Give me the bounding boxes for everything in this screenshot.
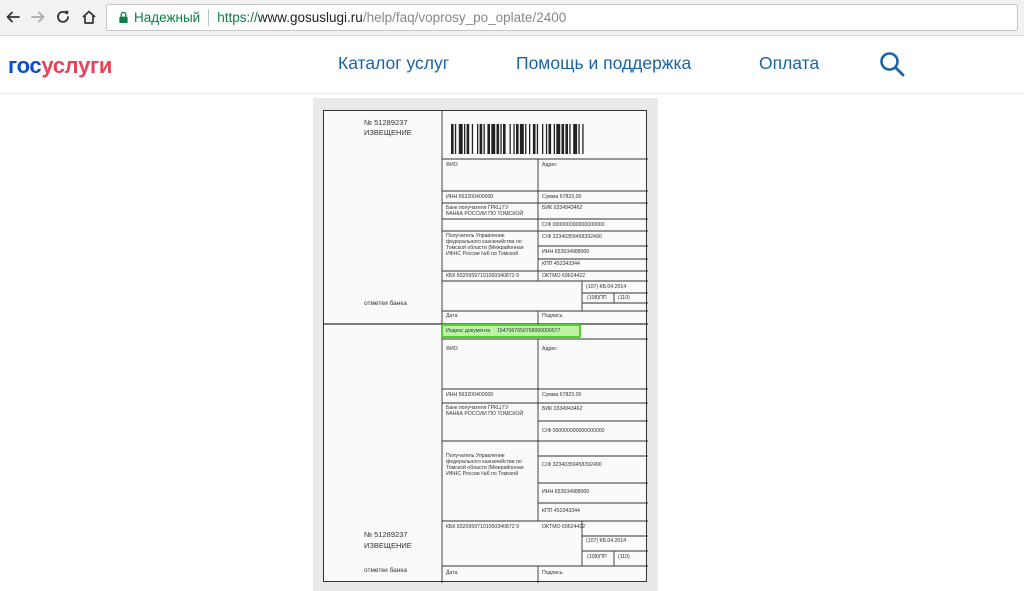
account-2-2: С/Ф 32340359458392490: [542, 462, 602, 468]
nav-catalog-link[interactable]: Каталог услуг: [338, 53, 449, 74]
receipt-title-2: ИЗВЕЩЕНИЕ: [364, 541, 412, 550]
field-110: (110): [618, 295, 630, 301]
omnibox-divider: [208, 9, 210, 26]
receipt-number-2: № 51289237: [364, 530, 408, 539]
account-1-2: С/Ф 000000000000000000: [542, 428, 605, 434]
bank-marks-label: отметки банка: [364, 300, 407, 307]
document-index-label: Индекс документа: [446, 328, 491, 334]
inn-label-2: ИНН 563200400000: [446, 392, 494, 398]
url-path: /help/faq/voprosy_po_oplate/2400: [362, 10, 567, 25]
field-110-2: (110): [618, 554, 630, 560]
forward-arrow-icon[interactable]: [27, 6, 49, 28]
payment-receipt-image: № 51289237 ИЗВЕЩЕНИЕ отметки банка ФИО А…: [313, 98, 658, 591]
field-108-2: (108)ПП: [587, 554, 607, 560]
field-107: (107) КБ.04.2014: [586, 284, 627, 290]
url-scheme: https://: [217, 10, 258, 25]
bank-line-2: БАНКА РОССИИ ПО ТОМСКОЙ: [446, 211, 524, 217]
nav-help-link[interactable]: Помощь и поддержка: [516, 53, 691, 74]
lock-icon: [115, 10, 131, 26]
account-2: С/Ф 32340359458392490: [542, 234, 602, 240]
browser-toolbar: Надежный https:// www.gosuslugi.ru /help…: [0, 0, 1024, 36]
kpp-label: КПП 452343344: [542, 261, 580, 267]
search-icon[interactable]: [878, 50, 906, 78]
oktmo-label: ОКТМО 69624422: [542, 273, 586, 279]
bank-marks-label-2: отметки банка: [364, 567, 407, 574]
recipient-line-4-2: ИФНС России №6 по Томской: [446, 471, 519, 477]
logo-gos: гос: [8, 53, 42, 78]
receipt-title: ИЗВЕЩЕНИЕ: [364, 128, 412, 137]
address-label-2: Адрес: [542, 346, 557, 352]
back-arrow-icon[interactable]: [2, 6, 24, 28]
kbk-label-2: КБК 83209597101000340872 9: [446, 524, 519, 530]
receipt-grid: [324, 111, 648, 583]
nav-payment-link[interactable]: Оплата: [759, 53, 819, 74]
home-icon[interactable]: [78, 6, 100, 28]
address-bar[interactable]: Надежный https:// www.gosuslugi.ru /help…: [106, 4, 1018, 31]
bik-label: БИК 0334943462: [542, 205, 583, 211]
secure-label: Надежный: [134, 10, 201, 25]
fio-label: ФИО: [446, 162, 458, 168]
signature-label-2: Подпись: [542, 570, 563, 576]
fio-label-2: ФИО: [446, 346, 458, 352]
date-label-2: Дата: [446, 570, 458, 576]
recipient-line-4: ИФНС России №6 по Томской: [446, 251, 519, 257]
site-header: госуслуги Каталог услуг Помощь и поддерж…: [0, 36, 1024, 94]
sum-label-2: Сумма 67823,00: [542, 392, 582, 398]
reload-icon[interactable]: [52, 6, 74, 28]
date-label: Дата: [446, 313, 458, 319]
inn-label: ИНН 563200400000: [446, 194, 494, 200]
bank-line-2-2: БАНКА РОССИИ ПО ТОМСКОЙ: [446, 411, 524, 417]
address-label: Адрес: [542, 162, 557, 168]
sum-label: Сумма 67823,00: [542, 194, 582, 200]
field-108: (108)ПП: [587, 295, 607, 301]
recipient-inn-2: ИНН 653634988000: [542, 489, 590, 495]
account-1: С/Ф 000000000000000000: [542, 222, 605, 228]
receipt-number: № 51289237: [364, 118, 408, 127]
signature-label: Подпись: [542, 313, 563, 319]
url-host: www.gosuslugi.ru: [257, 10, 363, 25]
kpp-label-2: КПП 452343344: [542, 508, 580, 514]
document-index-value: 1547067650768000000577: [497, 328, 561, 334]
logo-uslugi: услуги: [41, 53, 113, 78]
bik-label-2: БИК 0334943462: [542, 406, 583, 412]
oktmo-label-2: ОКТМО 69624422: [542, 524, 586, 530]
payment-receipt: № 51289237 ИЗВЕЩЕНИЕ отметки банка ФИО А…: [323, 110, 648, 583]
kbk-label: КБК 83209597101000340872 9: [446, 273, 519, 279]
recipient-inn: ИНН 653634988000: [542, 249, 590, 255]
field-107-2: (107) КБ.04.2014: [586, 538, 627, 544]
gosuslugi-logo[interactable]: госуслуги: [8, 53, 112, 79]
